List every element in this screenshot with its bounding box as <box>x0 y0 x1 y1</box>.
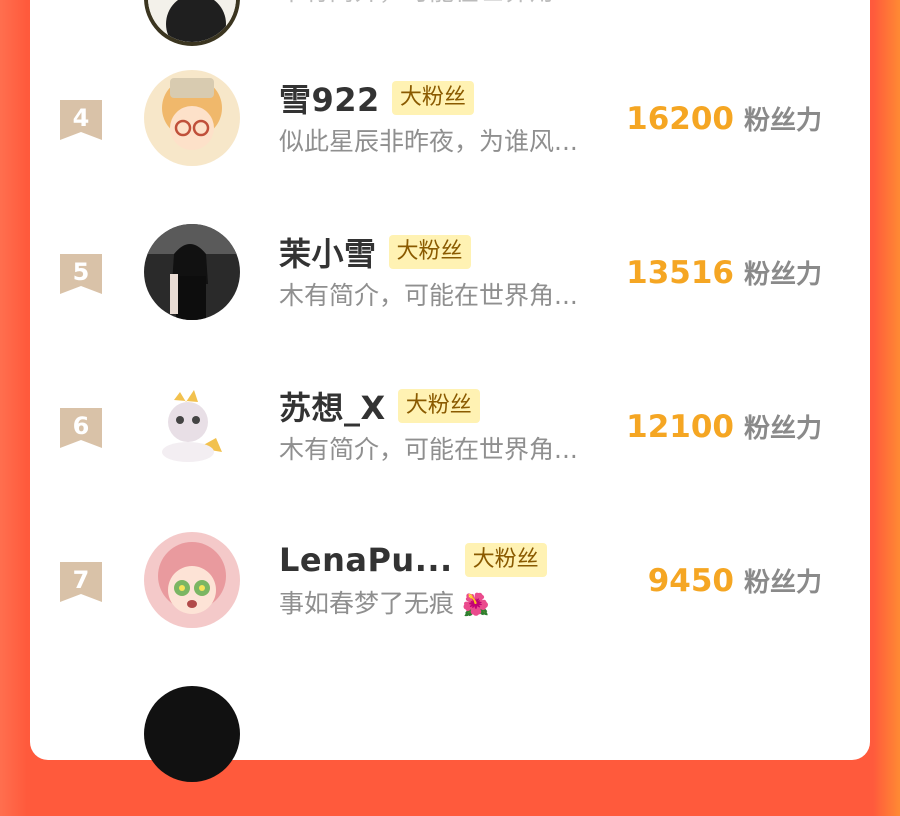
fan-power: 9450 粉丝力 <box>648 562 822 599</box>
fan-power: 16200 粉丝力 <box>626 100 822 137</box>
avatar[interactable] <box>144 686 240 782</box>
fan-power: 12100 粉丝力 <box>626 408 822 445</box>
rank-number: 7 <box>72 566 90 594</box>
fan-power-unit: 粉丝力 <box>743 414 822 444</box>
fan-power: 13516 粉丝力 <box>626 254 822 291</box>
avatar[interactable] <box>144 224 240 320</box>
avatar[interactable] <box>144 70 240 166</box>
rank-number: 6 <box>72 412 90 440</box>
user-bio: 木有简介，可能在世界角... <box>279 281 578 310</box>
fan-tag: 大粉丝 <box>388 235 471 269</box>
avatar[interactable] <box>144 532 240 628</box>
name-line: 雪922 大粉丝 <box>279 75 474 121</box>
ranking-row[interactable]: 5 茉小雪 大粉丝 木有简介，可能在世界角... 13516 粉丝力 <box>30 224 870 354</box>
rank-badge: 6 <box>60 408 102 450</box>
rank-number: 5 <box>72 258 90 286</box>
fan-power-unit: 粉丝力 <box>743 260 822 290</box>
ranking-row-partial[interactable] <box>30 686 870 816</box>
user-bio: 木有简介，可能在世界角 <box>279 0 554 8</box>
fan-power-unit: 粉丝力 <box>743 568 822 598</box>
avatar[interactable] <box>144 378 240 474</box>
name-line: 苏想_X 大粉丝 <box>279 383 480 429</box>
user-bio: 事如春梦了无痕 🌺 <box>279 584 489 620</box>
ranking-card: 木有简介，可能在世界角 4 雪922 大粉丝 似此星辰非昨夜，为谁风... 16… <box>30 0 870 782</box>
rank-badge: 7 <box>60 562 102 604</box>
name-line: LenaPu... 大粉丝 <box>279 540 547 580</box>
name-line: 茉小雪 大粉丝 <box>279 229 471 275</box>
user-name[interactable]: 茉小雪 <box>279 229 377 275</box>
fan-power-value: 12100 <box>626 409 734 445</box>
user-name[interactable]: LenaPu... <box>279 541 453 579</box>
fan-power-value: 16200 <box>626 101 734 137</box>
user-bio: 似此星辰非昨夜，为谁风... <box>279 127 578 156</box>
rank-badge: 5 <box>60 254 102 296</box>
fan-power-unit: 粉丝力 <box>743 106 822 136</box>
fan-power-value: 9450 <box>647 563 734 599</box>
fan-tag: 大粉丝 <box>464 543 547 577</box>
ranking-row[interactable]: 6 苏想_X 大粉丝 木有简介，可能在世界角... 12100 粉丝力 <box>30 378 870 508</box>
flower-icon: 🌺 <box>461 593 490 618</box>
user-bio: 木有简介，可能在世界角... <box>279 435 578 464</box>
ranking-row[interactable]: 7 LenaPu... 大粉丝 事如春梦了无痕 🌺 9450 粉丝力 <box>30 532 870 662</box>
rank-badge: 4 <box>60 100 102 142</box>
user-name[interactable]: 雪922 <box>279 75 380 121</box>
rank-number: 4 <box>72 104 90 132</box>
user-name[interactable]: 苏想_X <box>279 383 386 429</box>
ranking-row[interactable]: 4 雪922 大粉丝 似此星辰非昨夜，为谁风... 16200 粉丝力 <box>30 70 870 200</box>
fan-tag: 大粉丝 <box>391 81 474 115</box>
avatar[interactable] <box>144 0 240 46</box>
ranking-row-partial[interactable]: 木有简介，可能在世界角 <box>30 0 870 80</box>
fan-tag: 大粉丝 <box>397 389 480 423</box>
user-bio-text: 事如春梦了无痕 <box>279 589 455 618</box>
fan-power-value: 13516 <box>626 255 734 291</box>
